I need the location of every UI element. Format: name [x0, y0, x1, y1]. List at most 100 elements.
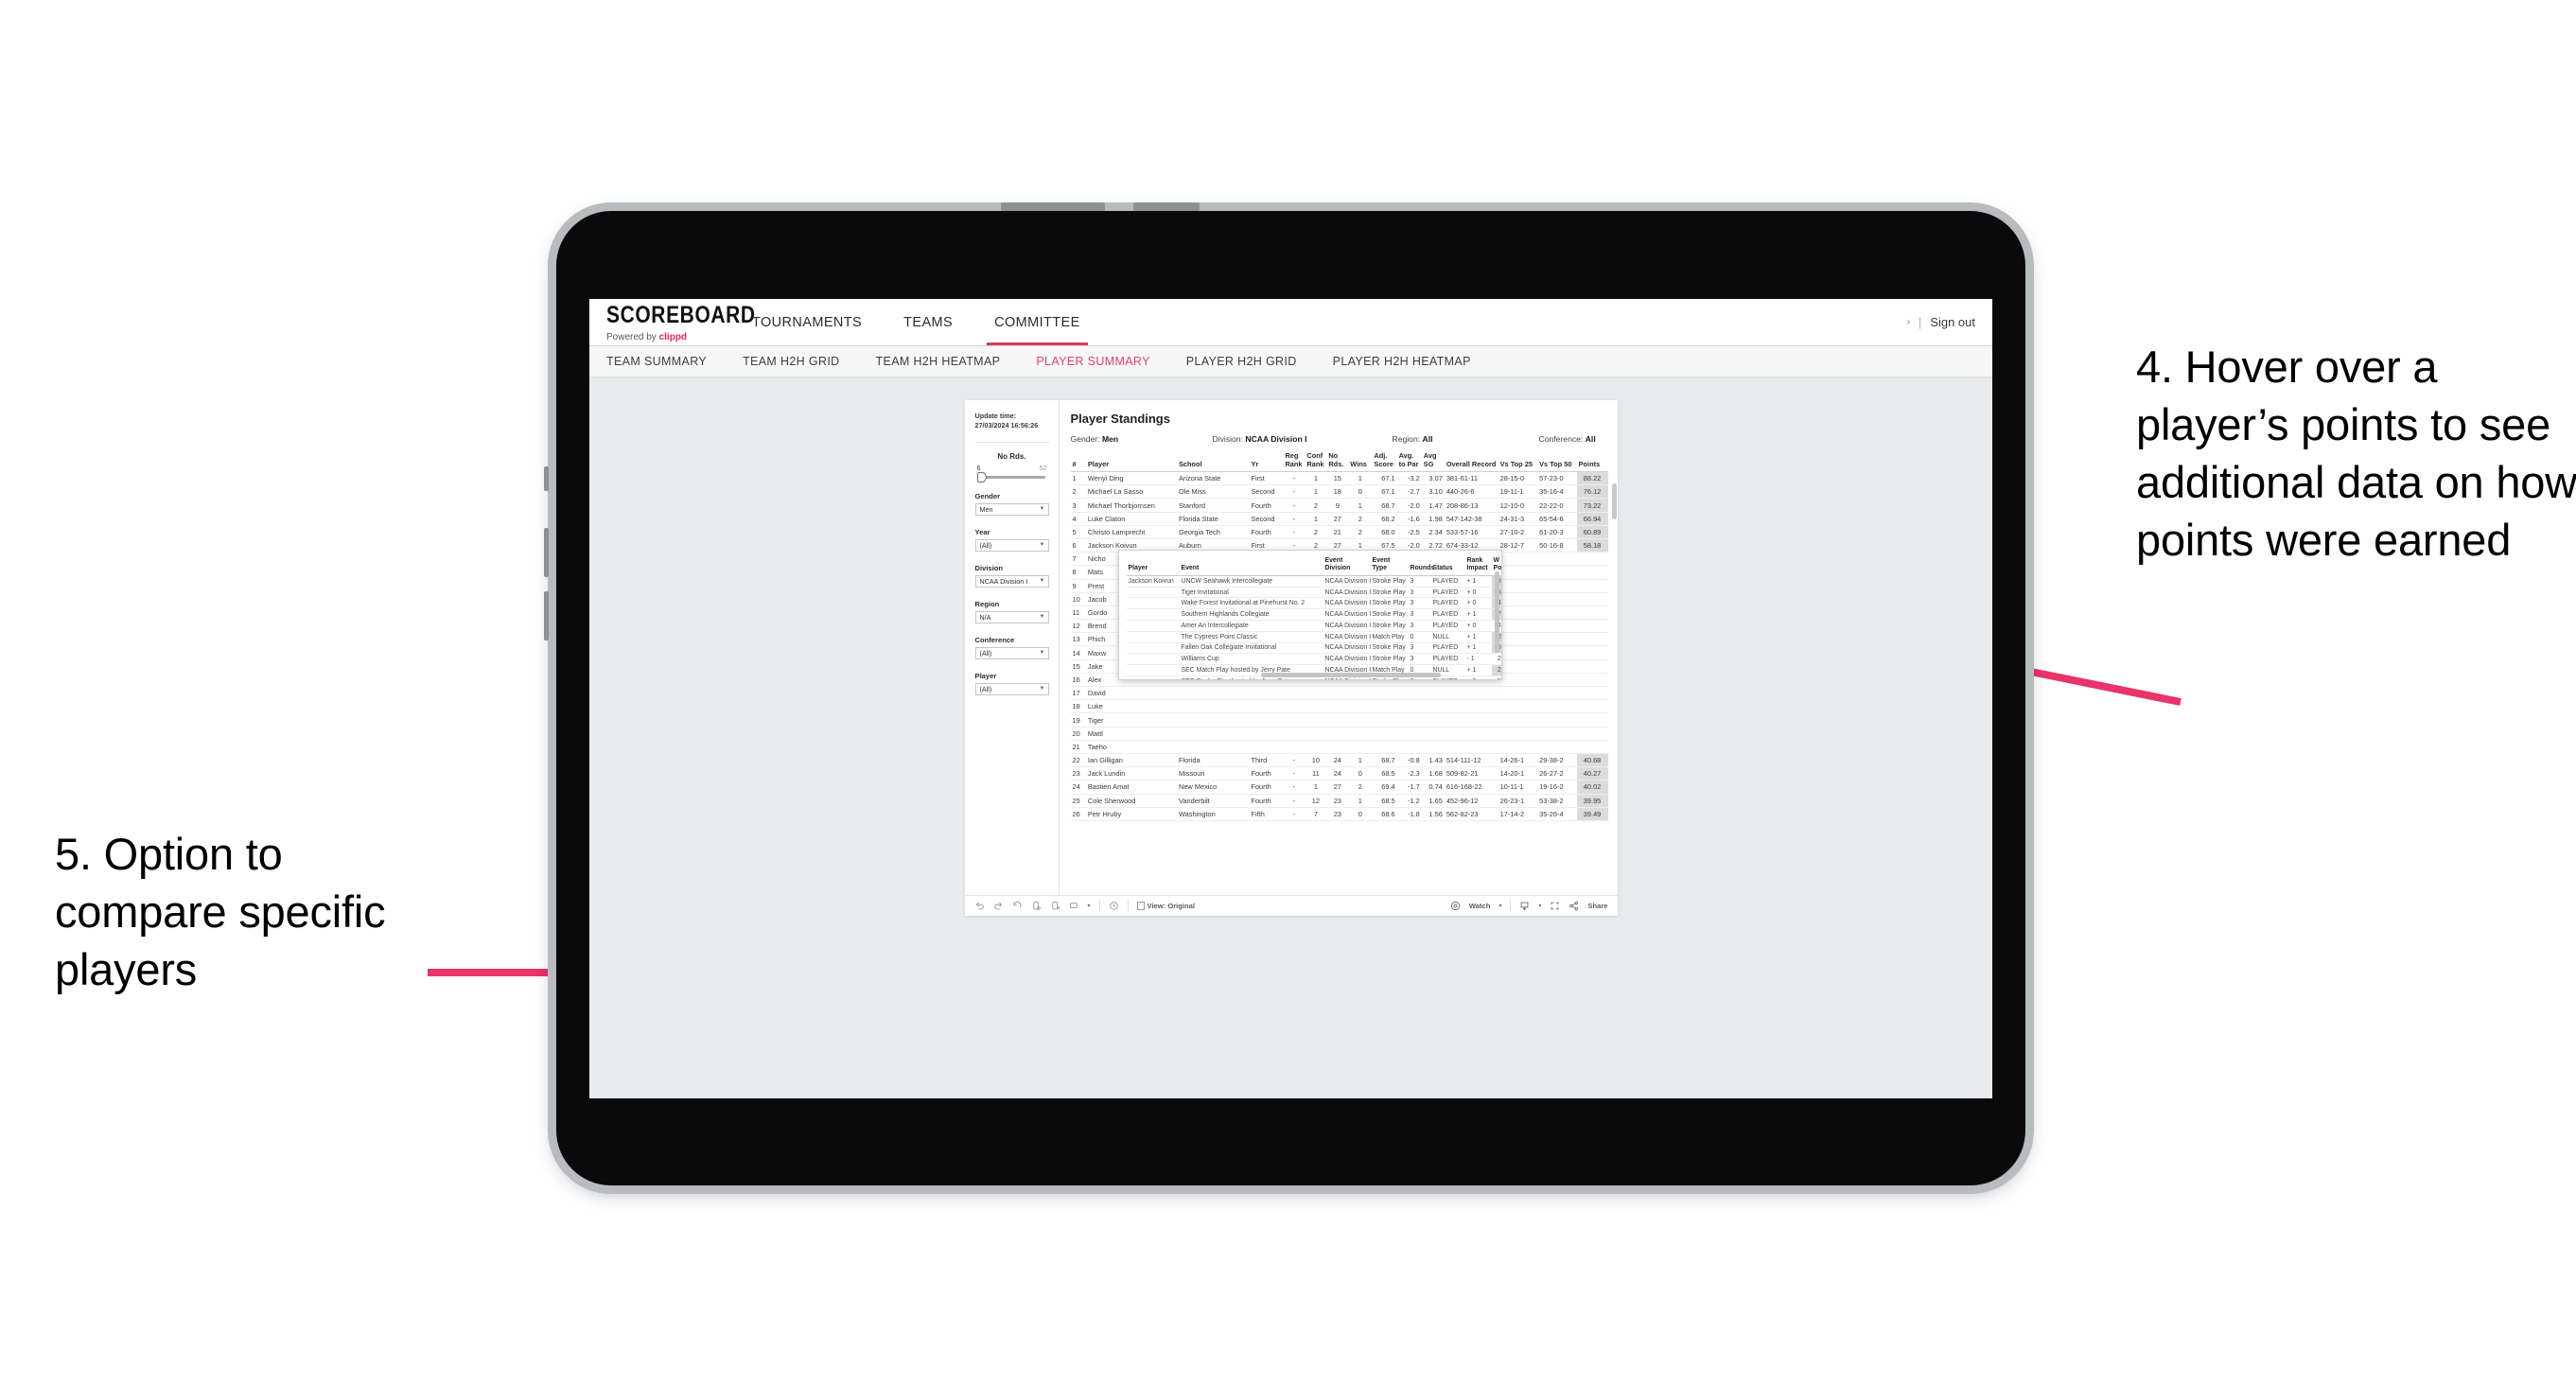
table-row[interactable]: 5 Christo Lamprecht Georgia Tech Fourth -2 21…	[1070, 525, 1608, 539]
tooltip-horizontal-scrollbar[interactable]	[1260, 673, 1441, 677]
cell-reg: -	[1283, 525, 1306, 539]
brand-logo[interactable]: SCOREBOARD Powered by clippd	[589, 299, 755, 345]
tooltip-cell-impact: + 0	[1464, 620, 1492, 632]
filter-player: Player (All) ▼	[974, 672, 1049, 695]
cell-school: Florida	[1176, 753, 1250, 768]
col-player[interactable]: Player	[1085, 452, 1177, 473]
pause-updates-icon[interactable]	[1050, 901, 1060, 911]
tooltip-cell-impact: + 0	[1464, 675, 1492, 679]
col-reg-rank[interactable]: Reg Rank	[1283, 451, 1306, 473]
table-row[interactable]: 1 Wenyi Ding Arizona State First -1 15 1 67.1 -3…	[1070, 471, 1608, 486]
summary-division-label: Division:	[1212, 434, 1243, 444]
col-avg-to-par[interactable]: Avg. to Par	[1396, 451, 1422, 473]
topnav-item-committee[interactable]: COMMITTEE	[973, 299, 1101, 345]
device-layout-icon[interactable]	[1069, 901, 1079, 911]
view-original-button[interactable]: View: Original	[1136, 902, 1195, 910]
chevron-down-icon[interactable]: ▾	[1088, 903, 1091, 909]
chevron-down-icon: ▼	[1039, 578, 1045, 585]
tooltip-cell-player	[1126, 653, 1180, 666]
refresh-data-icon[interactable]	[1031, 901, 1042, 911]
filter-division-select[interactable]: NCAA Division I ▼	[974, 574, 1049, 588]
table-row[interactable]: 3 Michael Thorbjornsen Stanford Fourth -2 9 1 6…	[1070, 498, 1608, 513]
tab-player-summary[interactable]: PLAYER SUMMARY	[1036, 355, 1149, 368]
revert-icon[interactable]	[1012, 901, 1023, 911]
download-icon[interactable]	[1519, 901, 1530, 911]
col-yr[interactable]: Yr	[1249, 452, 1284, 473]
cell-t50	[1537, 686, 1577, 701]
cell-reg	[1283, 712, 1306, 728]
cell-t25	[1498, 659, 1538, 674]
cell-t25	[1498, 605, 1538, 621]
sign-out-link[interactable]: Sign out	[1930, 315, 1975, 329]
cell-wins: 0	[1348, 766, 1373, 781]
cell-t50	[1537, 673, 1577, 688]
col-vs-top-25[interactable]: Vs Top 25	[1498, 452, 1538, 473]
tab-team-h2h-grid[interactable]: TEAM H2H GRID	[743, 355, 839, 368]
slider-handle[interactable]	[976, 471, 987, 482]
undo-icon[interactable]	[974, 901, 985, 911]
watch-label[interactable]: Watch	[1469, 902, 1491, 910]
table-row[interactable]: 19 Tiger	[1070, 712, 1608, 728]
table-row[interactable]: 24 Bastien Amat New Mexico Fourth -1 27 2 69.4-…	[1070, 780, 1608, 795]
table-row[interactable]: 23 Jack Lundin Missouri Fourth -11 24 0 68.5 -2.…	[1070, 766, 1608, 781]
cell-t50: 35-26-4	[1537, 807, 1577, 821]
filter-region-select[interactable]: N/A ▼	[974, 610, 1049, 623]
filter-year-select[interactable]: (All) ▼	[974, 538, 1049, 552]
tab-team-h2h-heatmap[interactable]: TEAM H2H HEATMAP	[876, 355, 1001, 368]
cell-reg	[1283, 699, 1306, 714]
chevron-down-icon[interactable]: ▾	[1498, 903, 1501, 909]
watch-icon[interactable]	[1450, 901, 1461, 911]
share-label[interactable]: Share	[1587, 902, 1607, 910]
tab-team-summary[interactable]: TEAM SUMMARY	[606, 355, 707, 368]
table-row[interactable]: 22 Ian Gilligan Florida Third -10 24 1 68.7 -0.8…	[1070, 753, 1608, 768]
toolbar-divider	[1127, 901, 1129, 911]
table-vertical-scrollbar[interactable]	[1611, 483, 1617, 519]
table-row[interactable]: 4 Luke Claton Florida State Second -1 27 2 68.2…	[1070, 512, 1608, 526]
col-points[interactable]: Points	[1576, 452, 1608, 473]
filter-player-select[interactable]: (All) ▼	[974, 682, 1049, 695]
tab-player-h2h-heatmap[interactable]: PLAYER H2H HEATMAP	[1333, 355, 1471, 368]
fullscreen-icon[interactable]	[1550, 901, 1560, 911]
cell-num: 13	[1070, 632, 1086, 647]
cell-player: Luke	[1085, 699, 1177, 714]
chevron-down-icon[interactable]: ▾	[1538, 903, 1541, 909]
cell-rds: 23	[1326, 794, 1349, 808]
col-rank[interactable]: #	[1070, 452, 1086, 473]
cell-adj	[1372, 686, 1397, 701]
topnav-item-teams[interactable]: TEAMS	[883, 299, 973, 345]
cell-par: -1.2	[1396, 794, 1422, 808]
cell-wins	[1348, 727, 1373, 741]
filter-no-rounds-slider[interactable]: No Rds. 6 52	[975, 452, 1049, 482]
col-vs-top-50[interactable]: Vs Top 50	[1537, 452, 1577, 473]
filter-gender-select[interactable]: Men ▼	[974, 502, 1049, 516]
share-icon[interactable]	[1568, 901, 1579, 911]
col-overall-record[interactable]: Overall Record	[1444, 452, 1498, 473]
col-school[interactable]: School	[1176, 452, 1250, 473]
chevron-right-icon[interactable]: ›	[1907, 317, 1910, 327]
col-adj-score[interactable]: Adj. Score	[1372, 451, 1397, 473]
cell-conf: 10	[1305, 753, 1327, 768]
cell-t25: 14-26-1	[1498, 753, 1538, 768]
table-row[interactable]: 2 Michael La Sasso Ole Miss Second -1 18 0 67.1…	[1070, 484, 1608, 500]
redo-icon[interactable]	[993, 901, 1004, 911]
table-row[interactable]: 25 Cole Sherwood Vanderbilt Fourth -12 23 1 68.…	[1070, 794, 1608, 808]
tooltip-vertical-scrollbar[interactable]	[1494, 571, 1499, 653]
table-row[interactable]: 21 Taeho	[1070, 740, 1608, 754]
history-clock-icon[interactable]	[1109, 901, 1119, 911]
cell-yr: Fourth	[1249, 766, 1284, 781]
cell-par: -2.5	[1396, 525, 1422, 539]
tooltip-cell-status: PLAYED	[1430, 597, 1465, 610]
col-avg-sg[interactable]: Avg SG	[1421, 451, 1445, 473]
table-row[interactable]: 18 Luke	[1070, 699, 1608, 714]
table-row[interactable]: 26 Petr Hruby Washington Fifth -7 23 0 68.6 -1.8…	[1070, 807, 1608, 821]
summary-conference-label: Conference:	[1538, 434, 1584, 444]
filter-conference-select[interactable]: (All) ▼	[974, 646, 1049, 659]
col-wins[interactable]: Wins	[1348, 452, 1373, 473]
col-no-rds[interactable]: No Rds.	[1326, 451, 1349, 473]
slider-track[interactable]	[976, 471, 1045, 482]
col-conf-rank[interactable]: Conf Rank	[1305, 451, 1327, 473]
tab-player-h2h-grid[interactable]: PLAYER H2H GRID	[1186, 355, 1297, 368]
topnav-item-tournaments[interactable]: TOURNAMENTS	[731, 299, 883, 345]
table-row[interactable]: 20 Mattl	[1070, 727, 1608, 741]
table-row[interactable]: 17 David	[1070, 686, 1608, 701]
